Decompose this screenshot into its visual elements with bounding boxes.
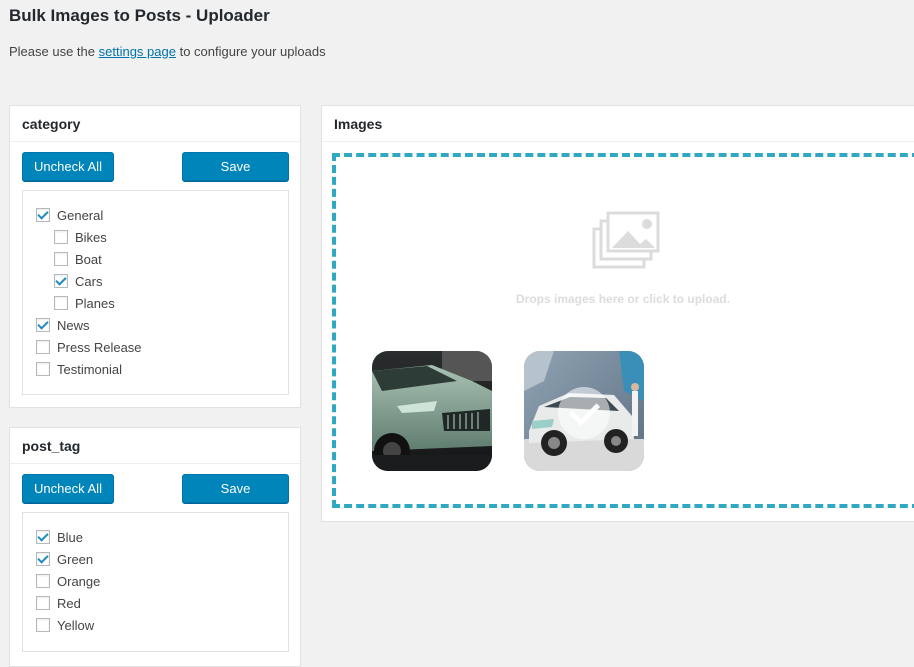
post-tag-item-red[interactable]: Red — [36, 594, 81, 612]
category-checkbox-planes[interactable] — [54, 296, 68, 310]
category-item-testimonial[interactable]: Testimonial — [36, 360, 122, 378]
image-thumbnail-white-suv[interactable] — [524, 351, 644, 471]
category-checkbox-testimonial[interactable] — [36, 362, 50, 376]
category-title: category — [10, 106, 300, 142]
category-save-changes-button[interactable]: Save Changes — [182, 152, 289, 201]
intro-text-before: Please use the — [9, 44, 99, 59]
category-label-boat: Boat — [75, 251, 102, 267]
post-tag-label-yellow: Yellow — [57, 617, 95, 633]
category-box: category Uncheck All Save Changes Genera… — [9, 105, 301, 408]
intro-text-after: to configure your uploads — [175, 44, 326, 59]
category-item-cars[interactable]: Cars — [54, 272, 102, 290]
post-tag-item-blue[interactable]: Blue — [36, 528, 83, 546]
category-item-press-release[interactable]: Press Release — [36, 338, 142, 356]
category-label-general: General — [57, 207, 104, 223]
category-label-testimonial: Testimonial — [57, 361, 123, 377]
post-tag-item-yellow[interactable]: Yellow — [36, 616, 94, 634]
post-tag-item-green[interactable]: Green — [36, 550, 93, 568]
intro-text: Please use the settings page to configur… — [9, 44, 326, 59]
category-item-news[interactable]: News — [36, 316, 90, 334]
category-item-boat[interactable]: Boat — [54, 250, 102, 268]
images-stack-icon — [592, 211, 660, 269]
post-tag-label-green: Green — [57, 551, 94, 567]
category-label-bikes: Bikes — [75, 229, 107, 245]
post-tag-box: post_tag Uncheck All Save Changes Blue G… — [9, 427, 301, 667]
category-checkbox-cars[interactable] — [54, 274, 68, 288]
post-tag-checkbox-yellow[interactable] — [36, 618, 50, 632]
post-tag-label-orange: Orange — [57, 573, 101, 589]
category-checkbox-boat[interactable] — [54, 252, 68, 266]
category-checkbox-press-release[interactable] — [36, 340, 50, 354]
page-title: Bulk Images to Posts - Uploader — [9, 6, 270, 25]
image-thumbnail-green-suv[interactable] — [372, 351, 492, 471]
post-tag-checkbox-green[interactable] — [36, 552, 50, 566]
post-tag-checkbox-red[interactable] — [36, 596, 50, 610]
settings-page-link[interactable]: settings page — [99, 44, 176, 59]
category-checkbox-bikes[interactable] — [54, 230, 68, 244]
post-tag-title: post_tag — [10, 428, 300, 464]
category-label-cars: Cars — [75, 273, 103, 289]
post-tag-label-red: Red — [57, 595, 81, 611]
post-tag-checkbox-blue[interactable] — [36, 530, 50, 544]
post-tag-checkbox-orange[interactable] — [36, 574, 50, 588]
category-uncheck-all-button[interactable]: Uncheck All — [22, 152, 114, 181]
category-label-planes: Planes — [75, 295, 115, 311]
dropzone-text: Drops images here or click to upload. — [516, 292, 731, 306]
post-tag-item-orange[interactable]: Orange — [36, 572, 100, 590]
category-item-bikes[interactable]: Bikes — [54, 228, 107, 246]
post-tag-save-changes-button[interactable]: Save Changes — [182, 474, 289, 523]
post-tag-checklist: Blue Green Orange Red Yellow — [22, 512, 289, 652]
category-checklist: General Bikes Boat Cars Planes News Pres… — [22, 190, 289, 395]
category-item-general[interactable]: General — [36, 206, 103, 224]
images-title: Images — [322, 106, 914, 142]
green-suv-photo — [372, 351, 492, 471]
category-checkbox-news[interactable] — [36, 318, 50, 332]
category-checkbox-general[interactable] — [36, 208, 50, 222]
upload-complete-check-icon — [558, 387, 610, 439]
post-tag-uncheck-all-button[interactable]: Uncheck All — [22, 474, 114, 503]
post-tag-label-blue: Blue — [57, 529, 84, 545]
category-label-press-release: Press Release — [57, 339, 142, 355]
category-item-planes[interactable]: Planes — [54, 294, 115, 312]
category-label-news: News — [57, 317, 90, 333]
